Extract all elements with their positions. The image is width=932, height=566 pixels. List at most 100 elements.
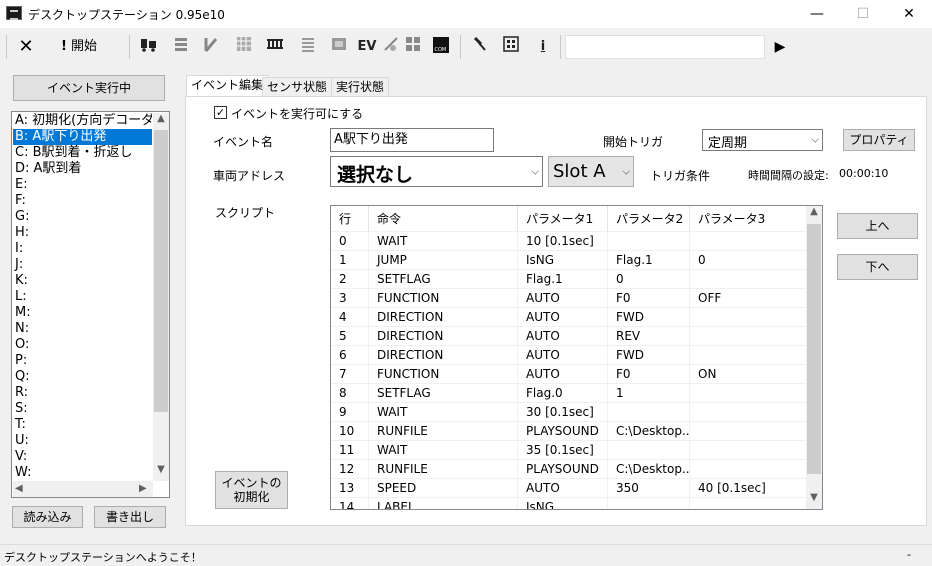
event-list-item[interactable]: C: B駅到着・折返し xyxy=(13,145,152,161)
play-icon[interactable]: ▶ xyxy=(770,36,790,58)
start-trigger-select[interactable]: 定周期 ⌵ xyxy=(702,129,823,151)
script-column-header[interactable]: 行 xyxy=(331,206,369,232)
script-cell[interactable]: AUTO xyxy=(518,346,608,365)
script-cell[interactable]: 1 xyxy=(608,384,690,403)
script-cell[interactable]: 350 xyxy=(608,479,690,498)
script-cell[interactable]: PLAYSOUND xyxy=(518,460,608,479)
script-cell[interactable]: REV xyxy=(608,327,690,346)
script-row[interactable]: 6 DIRECTION AUTO FWD xyxy=(331,346,807,365)
script-cell[interactable] xyxy=(608,232,690,251)
script-cell[interactable]: 40 [0.1sec] xyxy=(690,479,807,498)
script-cell[interactable]: 0 xyxy=(331,232,369,251)
move-down-button[interactable]: 下へ xyxy=(837,254,918,280)
script-row[interactable]: 12 RUNFILE PLAYSOUND C:\Desktop... xyxy=(331,460,807,479)
event-list-item[interactable]: G: xyxy=(13,209,152,225)
event-list-item[interactable]: I: xyxy=(13,241,152,257)
script-row[interactable]: 8 SETFLAG Flag.0 1 xyxy=(331,384,807,403)
script-cell[interactable]: WAIT xyxy=(369,441,518,460)
load-button[interactable]: 読み込み xyxy=(12,506,83,528)
property-button[interactable]: プロパティ xyxy=(843,129,915,151)
script-cell[interactable] xyxy=(608,403,690,422)
script-cell[interactable] xyxy=(690,327,807,346)
script-cell[interactable]: 14 xyxy=(331,498,369,509)
event-list-hscroll[interactable]: ◀ ▶ xyxy=(13,481,153,497)
loco-address-select[interactable]: 選択なし ⌵ xyxy=(330,156,543,187)
script-cell[interactable]: 4 xyxy=(331,308,369,327)
script-cell[interactable] xyxy=(690,346,807,365)
com-port-icon[interactable]: COM xyxy=(430,36,452,58)
script-cell[interactable]: 35 [0.1sec] xyxy=(518,441,608,460)
script-cell[interactable]: DIRECTION xyxy=(369,308,518,327)
scroll-right-icon[interactable]: ▶ xyxy=(139,483,147,494)
script-column-header[interactable]: パラメータ1 xyxy=(518,206,608,232)
script-cell[interactable]: SETFLAG xyxy=(369,384,518,403)
event-list-item[interactable]: V: xyxy=(13,449,152,465)
event-list-item[interactable]: T: xyxy=(13,417,152,433)
sensor-icon[interactable] xyxy=(380,36,402,58)
map-icon[interactable] xyxy=(328,36,350,58)
script-cell[interactable]: 6 xyxy=(331,346,369,365)
event-list-item[interactable]: H: xyxy=(13,225,152,241)
script-cell[interactable]: SPEED xyxy=(369,479,518,498)
script-cell[interactable] xyxy=(690,308,807,327)
script-cell[interactable]: PLAYSOUND xyxy=(518,422,608,441)
calculator-icon[interactable] xyxy=(500,36,522,58)
event-list-item[interactable]: F: xyxy=(13,193,152,209)
script-cell[interactable]: 30 [0.1sec] xyxy=(518,403,608,422)
tab-run-status[interactable]: 実行状態 xyxy=(331,77,390,96)
script-cell[interactable]: RUNFILE xyxy=(369,422,518,441)
script-row[interactable]: 3 FUNCTION AUTO F0 OFF xyxy=(331,289,807,308)
script-row[interactable]: 0 WAIT 10 [0.1sec] xyxy=(331,232,807,251)
event-list-item[interactable]: P: xyxy=(13,353,152,369)
event-list-item[interactable]: Q: xyxy=(13,369,152,385)
script-column-header[interactable]: パラメータ2 xyxy=(608,206,690,232)
script-cell[interactable]: 11 xyxy=(331,441,369,460)
script-cell[interactable] xyxy=(690,441,807,460)
script-cell[interactable]: RUNFILE xyxy=(369,460,518,479)
event-list-item[interactable]: J: xyxy=(13,257,152,273)
script-cell[interactable] xyxy=(608,498,690,509)
script-cell[interactable]: FUNCTION xyxy=(369,365,518,384)
layout-icon[interactable] xyxy=(402,36,424,58)
accessory-icon[interactable] xyxy=(170,36,192,58)
export-button[interactable]: 書き出し xyxy=(94,506,166,528)
script-grid-vscroll-thumb[interactable] xyxy=(807,224,821,474)
tab-sensor-status[interactable]: センサ状態 xyxy=(262,77,333,96)
script-cell[interactable]: 10 xyxy=(331,422,369,441)
toolbar-input[interactable] xyxy=(565,35,765,59)
script-cell[interactable] xyxy=(690,422,807,441)
script-cell[interactable]: WAIT xyxy=(369,403,518,422)
move-up-button[interactable]: 上へ xyxy=(837,213,918,239)
event-list-item[interactable]: E: xyxy=(13,177,152,193)
start-button[interactable]: ! 開始 xyxy=(54,36,104,58)
enable-checkbox[interactable]: ✓ xyxy=(214,106,227,119)
close-window-button[interactable]: ✕ xyxy=(886,0,932,28)
script-cell[interactable]: LABEL xyxy=(369,498,518,509)
script-cell[interactable]: 0 xyxy=(690,251,807,270)
stop-button[interactable]: ✕ xyxy=(14,36,38,58)
script-cell[interactable]: AUTO xyxy=(518,479,608,498)
script-cell[interactable] xyxy=(690,232,807,251)
event-list-item[interactable]: M: xyxy=(13,305,152,321)
event-list-item[interactable]: A: 初期化(方向デコーダ xyxy=(13,113,152,129)
script-cell[interactable] xyxy=(608,441,690,460)
script-cell[interactable]: Flag.1 xyxy=(518,270,608,289)
script-cell[interactable]: AUTO xyxy=(518,327,608,346)
script-row[interactable]: 9 WAIT 30 [0.1sec] xyxy=(331,403,807,422)
script-cell[interactable]: Flag.0 xyxy=(518,384,608,403)
maximize-button[interactable]: ☐ xyxy=(840,0,886,28)
script-cell[interactable]: SETFLAG xyxy=(369,270,518,289)
scroll-up-icon[interactable]: ▲ xyxy=(806,206,822,217)
script-cell[interactable]: AUTO xyxy=(518,289,608,308)
minimize-button[interactable]: — xyxy=(794,0,840,28)
script-cell[interactable]: DIRECTION xyxy=(369,327,518,346)
script-cell[interactable]: 7 xyxy=(331,365,369,384)
script-cell[interactable] xyxy=(690,270,807,289)
script-cell[interactable]: FWD xyxy=(608,308,690,327)
event-listbox[interactable]: A: 初期化(方向デコーダ B: A駅下り出発 C: B駅到着・折返し D: A駅到着… xyxy=(11,111,170,498)
script-cell[interactable]: F0 xyxy=(608,289,690,308)
grid-panel-icon[interactable] xyxy=(233,36,255,58)
script-cell[interactable]: IsNG xyxy=(518,498,608,509)
event-list-vscroll-thumb[interactable] xyxy=(154,130,168,412)
script-column-header[interactable]: パラメータ3 xyxy=(690,206,807,232)
